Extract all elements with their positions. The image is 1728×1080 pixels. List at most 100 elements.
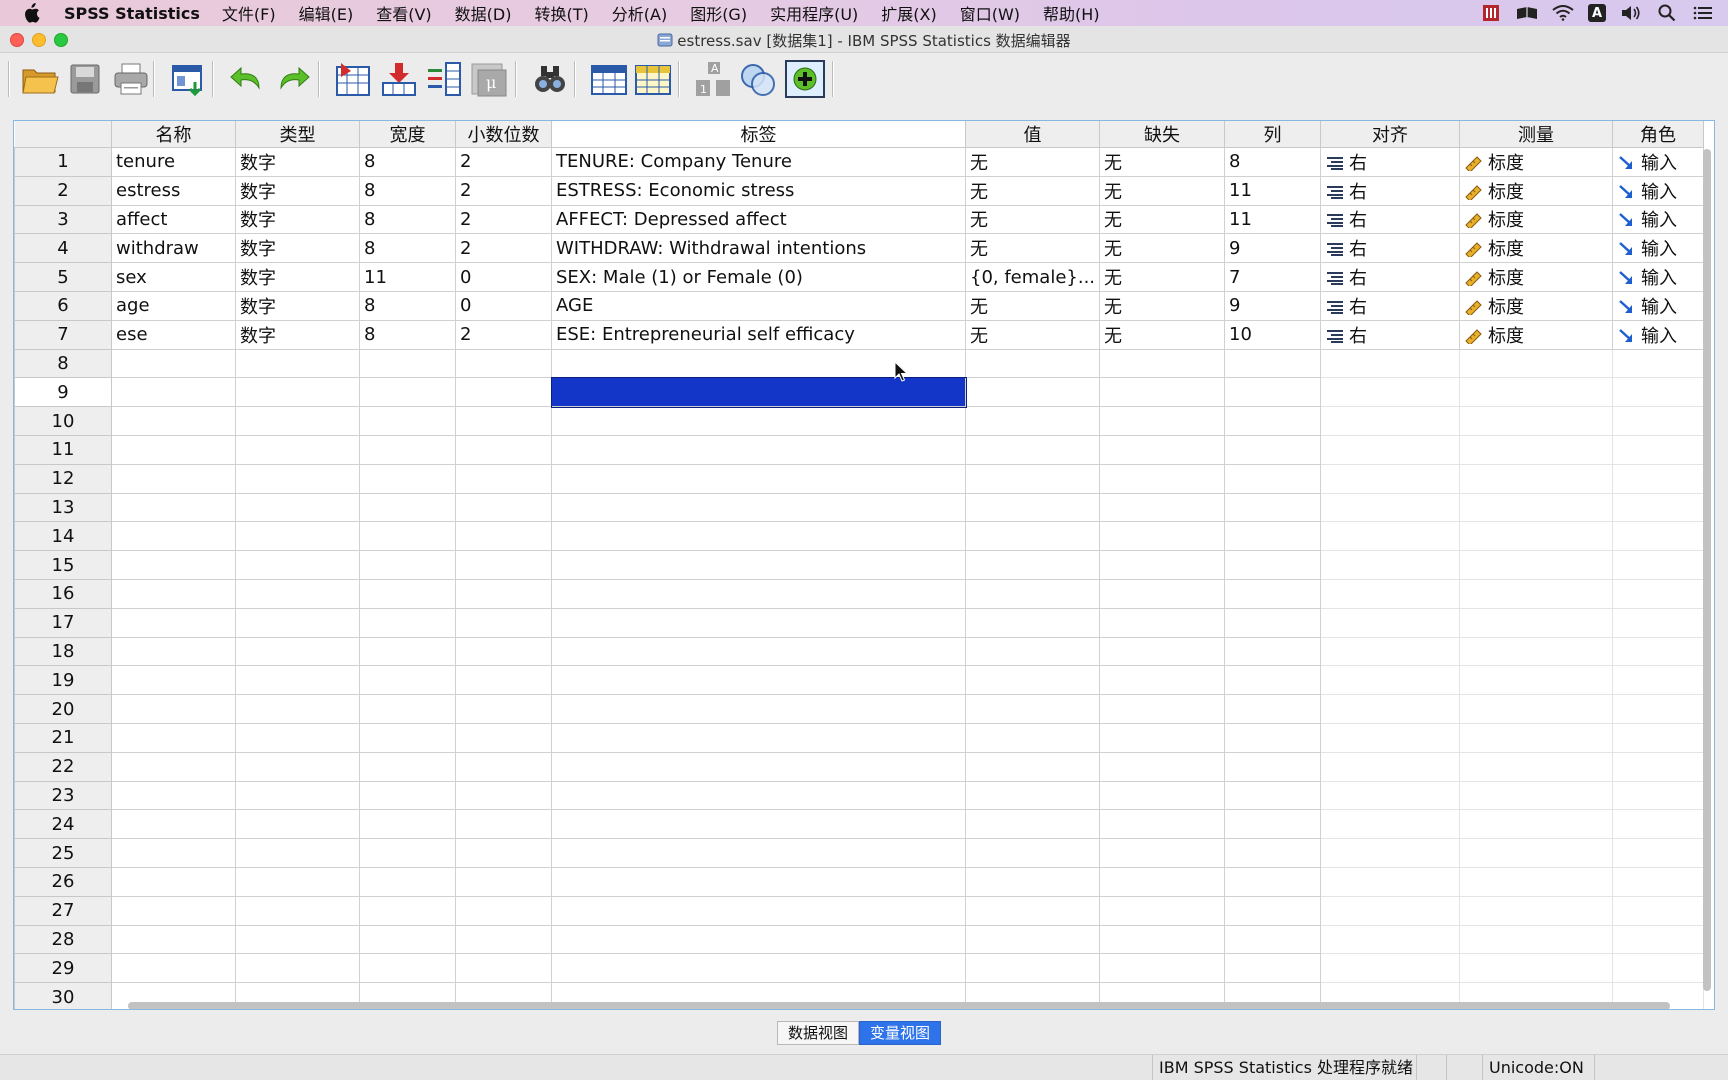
cell-columns[interactable] [1224, 723, 1322, 753]
cell-values[interactable] [965, 521, 1101, 552]
cell-label[interactable] [551, 752, 966, 782]
cell-role[interactable] [1612, 925, 1705, 955]
cell-label[interactable]: AGE [551, 291, 966, 321]
cell-decimals[interactable]: 2 [455, 233, 552, 264]
cell-values[interactable]: 无 [965, 233, 1101, 264]
cell-missing[interactable] [1099, 349, 1226, 379]
cell-columns[interactable] [1224, 781, 1322, 811]
cell-label[interactable] [551, 694, 966, 724]
cell-name[interactable] [111, 752, 236, 782]
cell-missing[interactable] [1099, 896, 1226, 926]
menu-help[interactable]: 帮助(H) [1043, 1, 1100, 25]
cell-missing[interactable] [1099, 781, 1226, 811]
cell-name[interactable] [111, 435, 236, 465]
cell-missing[interactable]: 无 [1099, 291, 1226, 321]
cell-role[interactable] [1612, 579, 1705, 609]
cell-decimals[interactable] [455, 752, 552, 782]
cell-width[interactable] [359, 665, 456, 696]
cell-name[interactable] [111, 809, 236, 840]
row-header[interactable]: 25 [14, 838, 112, 868]
cell-align[interactable] [1320, 435, 1461, 465]
corner-cell[interactable] [14, 121, 112, 148]
cell-width[interactable] [359, 867, 456, 897]
menu-extensions[interactable]: 扩展(X) [881, 1, 936, 25]
row-header[interactable]: 23 [14, 780, 112, 811]
cell-align[interactable] [1320, 694, 1461, 724]
row-header[interactable]: 1 [14, 147, 112, 177]
cell-decimals[interactable] [455, 377, 552, 408]
cell-decimals[interactable]: 2 [455, 320, 552, 350]
cell-name[interactable] [111, 406, 236, 436]
cell-label[interactable] [551, 637, 966, 667]
cell-width[interactable] [359, 435, 456, 465]
cell-width[interactable]: 11 [359, 262, 456, 292]
cell-type[interactable]: 数字 [235, 291, 360, 321]
cell-values[interactable] [965, 925, 1101, 955]
cell-role[interactable] [1612, 838, 1705, 868]
menu-data[interactable]: 数据(D) [455, 1, 512, 25]
cell-measure[interactable] [1459, 377, 1614, 408]
cell-measure[interactable] [1459, 464, 1614, 494]
cell-measure[interactable] [1459, 550, 1614, 580]
search-icon[interactable] [1656, 4, 1678, 22]
cell-align[interactable] [1320, 521, 1461, 552]
cell-values[interactable] [965, 867, 1101, 897]
row-header[interactable]: 3 [14, 204, 112, 235]
cell-role[interactable] [1612, 377, 1705, 408]
cell-align[interactable] [1320, 579, 1461, 609]
column-header-type[interactable]: 类型 [235, 121, 360, 148]
cell-type[interactable] [235, 781, 360, 811]
cell-width[interactable] [359, 809, 456, 840]
cell-label[interactable] [551, 781, 966, 811]
cell-name[interactable] [111, 550, 236, 580]
cell-label[interactable] [551, 838, 966, 868]
cell-measure[interactable]: 标度 [1459, 176, 1614, 206]
cell-decimals[interactable] [455, 493, 552, 523]
row-header[interactable]: 5 [14, 262, 112, 292]
row-header[interactable]: 21 [14, 722, 112, 753]
cell-align[interactable] [1320, 838, 1461, 868]
cell-name[interactable] [111, 464, 236, 494]
row-header[interactable]: 4 [14, 233, 112, 264]
cell-decimals[interactable] [455, 867, 552, 897]
cell-values[interactable] [965, 723, 1101, 753]
cell-type[interactable] [235, 838, 360, 868]
cell-measure[interactable] [1459, 435, 1614, 465]
goto-variable-button[interactable] [380, 60, 418, 98]
row-header[interactable]: 11 [14, 434, 112, 465]
cell-type[interactable] [235, 896, 360, 926]
row-header[interactable]: 16 [14, 578, 112, 609]
cell-role[interactable] [1612, 896, 1705, 926]
cell-label[interactable] [551, 665, 966, 696]
row-header[interactable]: 15 [14, 550, 112, 580]
horizontal-scrollbar[interactable] [114, 1001, 1674, 1009]
cell-type[interactable] [235, 809, 360, 840]
cell-width[interactable] [359, 723, 456, 753]
cell-label[interactable]: SEX: Male (1) or Female (0) [551, 262, 966, 292]
cell-role[interactable] [1612, 349, 1705, 379]
cell-decimals[interactable] [455, 925, 552, 955]
cell-role[interactable] [1612, 406, 1705, 436]
cell-role[interactable]: 输入 [1612, 147, 1705, 177]
insert-cases-button[interactable] [590, 60, 628, 98]
cell-name[interactable]: affect [111, 205, 236, 235]
cell-align[interactable]: 右 [1320, 205, 1461, 235]
cell-values[interactable] [965, 349, 1101, 379]
cell-measure[interactable] [1459, 637, 1614, 667]
cell-missing[interactable] [1099, 377, 1226, 408]
cell-role[interactable] [1612, 435, 1705, 465]
cell-missing[interactable] [1099, 521, 1226, 552]
column-header-align[interactable]: 对齐 [1320, 121, 1461, 148]
cell-label[interactable] [551, 896, 966, 926]
cell-name[interactable] [111, 665, 236, 696]
split-file-button[interactable]: 1A [694, 60, 732, 98]
cell-role[interactable] [1612, 608, 1705, 638]
column-header-name[interactable]: 名称 [111, 121, 236, 148]
cell-label[interactable]: AFFECT: Depressed affect [551, 205, 966, 235]
cell-width[interactable] [359, 349, 456, 379]
cell-name[interactable] [111, 925, 236, 955]
cell-role[interactable] [1612, 521, 1705, 552]
cell-values[interactable] [965, 435, 1101, 465]
cell-columns[interactable] [1224, 435, 1322, 465]
cell-label[interactable] [551, 464, 966, 494]
